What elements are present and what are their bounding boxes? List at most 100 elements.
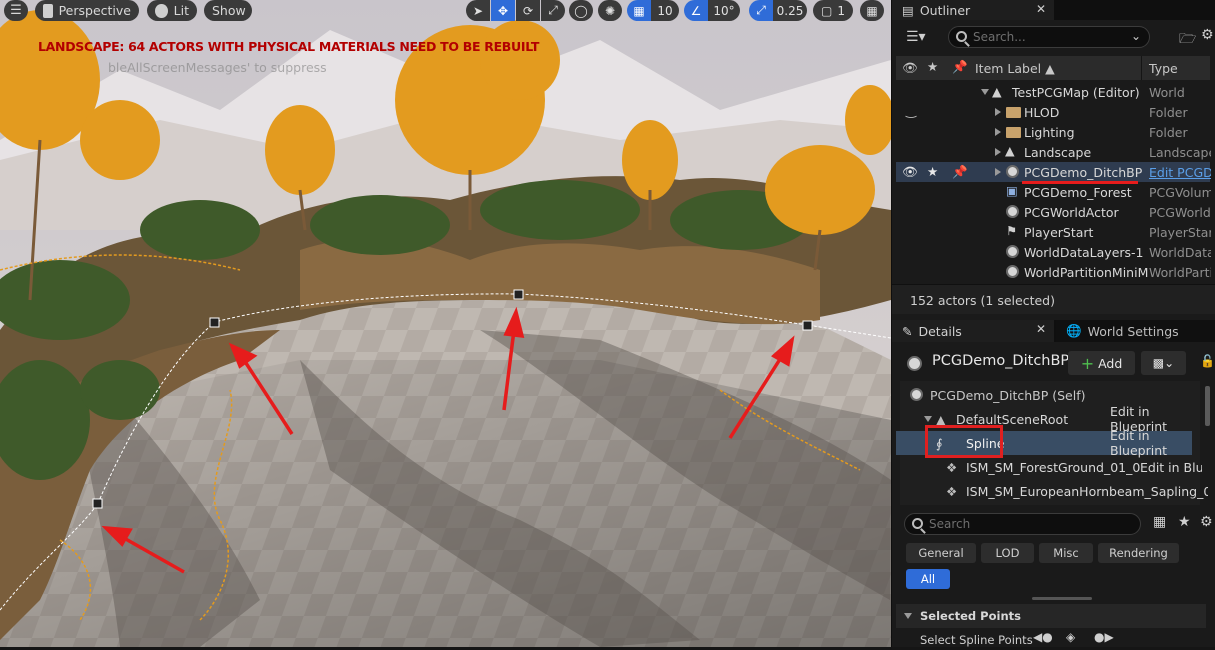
outliner-search-input[interactable]: Search... ⌄ xyxy=(948,26,1150,48)
settings-icon[interactable]: ⚙ xyxy=(1201,27,1214,43)
filter-icon[interactable]: ☰▾ xyxy=(906,29,926,45)
expand-arrow-icon[interactable] xyxy=(995,128,1001,136)
grid-snap-value[interactable]: 10 xyxy=(651,0,679,21)
translate-mode-button[interactable]: ✥ xyxy=(491,0,515,21)
details-icon: ✎ xyxy=(902,323,913,339)
expand-arrow-icon[interactable] xyxy=(981,89,989,95)
outliner-row-pcgdemo-forest[interactable]: ▣ PCGDemo_Forest PCGVolum xyxy=(896,182,1211,202)
blueprint-actor-icon xyxy=(1006,165,1019,178)
viewport-menu-button[interactable]: ☰ xyxy=(4,0,28,21)
scene-render[interactable] xyxy=(0,0,891,647)
edit-in-blueprint-link[interactable]: Edit in Blue xyxy=(1140,460,1202,475)
selected-points-section[interactable]: Selected Points xyxy=(896,604,1206,628)
star-icon[interactable]: ★ xyxy=(927,164,938,179)
mesh-icon: ❖ xyxy=(946,459,958,475)
actor-icon xyxy=(907,356,922,371)
rotation-snap-toggle[interactable]: ∠ xyxy=(684,0,708,21)
blueprint-options-button[interactable]: ▩⌄ xyxy=(1141,351,1186,375)
select-mode-button[interactable]: ➤ xyxy=(466,0,490,21)
folder-icon xyxy=(1006,127,1021,138)
tab-world-settings[interactable]: 🌐 World Settings xyxy=(1056,320,1215,342)
mesh-icon: ❖ xyxy=(946,483,958,499)
select-prev-point-icon[interactable]: ◀● xyxy=(1033,630,1053,644)
property-matrix-icon[interactable]: ▦ xyxy=(1153,514,1166,530)
expand-arrow-icon[interactable] xyxy=(995,148,1001,156)
search-icon xyxy=(912,518,923,529)
cursor-icon: ➤ xyxy=(472,3,484,18)
expand-arrow-icon[interactable] xyxy=(904,613,912,619)
outliner-icon: ▤ xyxy=(902,2,914,18)
scale-mode-button[interactable]: ⤢ xyxy=(541,0,565,21)
rotate-mode-button[interactable]: ⟳ xyxy=(516,0,540,21)
filter-all[interactable]: All xyxy=(906,569,950,589)
filter-general[interactable]: General xyxy=(906,543,976,563)
outliner-row-lighting[interactable]: Lighting Folder xyxy=(896,122,1210,142)
expand-arrow-icon[interactable] xyxy=(924,416,932,422)
close-icon[interactable]: ✕ xyxy=(1036,2,1046,16)
camera-speed-button[interactable]: ▢ 1 xyxy=(813,0,853,21)
surface-snap-button[interactable]: ✺ xyxy=(598,0,622,21)
grid-snap-toggle[interactable]: ▦ xyxy=(627,0,651,21)
suppress-hint: bleAllScreenMessages' to suppress xyxy=(108,60,327,75)
world-space-button[interactable]: ◯ xyxy=(569,0,593,21)
outliner-row-world[interactable]: ▲ TestPCGMap (Editor) World xyxy=(896,82,1210,102)
filter-rendering[interactable]: Rendering xyxy=(1098,543,1179,563)
tab-details[interactable]: ✎ Details ✕ xyxy=(892,320,1054,342)
angle-icon: ∠ xyxy=(690,3,702,18)
show-button[interactable]: Show xyxy=(204,0,252,21)
component-ism-hornbeam[interactable]: ❖ ISM_SM_EuropeanHornbeam_Sapling_01 xyxy=(896,479,1208,503)
lock-icon[interactable]: 🔓 xyxy=(1200,354,1215,368)
scale-snap-toggle[interactable]: ⤢ xyxy=(749,0,773,21)
rotation-snap-value[interactable]: 10° xyxy=(708,0,740,21)
visibility-icon[interactable]: 👁 xyxy=(902,60,918,76)
close-icon[interactable]: ✕ xyxy=(1036,322,1046,336)
filter-lod[interactable]: LOD xyxy=(981,543,1034,563)
blueprint-icon: ▩⌄ xyxy=(1152,356,1175,370)
pin-icon[interactable]: 📌 xyxy=(952,164,968,180)
outliner-row-worldpartitionminimap[interactable]: WorldPartitionMiniM WorldParti xyxy=(896,262,1211,282)
chevron-down-icon: ⌄ xyxy=(1130,29,1141,43)
add-component-button[interactable]: + Add xyxy=(1068,351,1135,375)
component-tree-scrollbar[interactable] xyxy=(1205,386,1210,426)
outliner-row-playerstart[interactable]: ⚑ PlayerStart PlayerStar xyxy=(896,222,1211,242)
details-search-input[interactable]: Search xyxy=(904,513,1141,535)
outliner-row-landscape[interactable]: ▲ Landscape Landscape xyxy=(896,142,1211,162)
scale-snap-value[interactable]: 0.25 xyxy=(773,0,807,21)
expand-arrow-icon[interactable] xyxy=(995,168,1001,176)
details-scrollbar[interactable] xyxy=(1032,597,1092,600)
camera-icon: ▢ xyxy=(821,3,833,18)
viewport-layout-button[interactable]: ▦ xyxy=(860,0,884,21)
search-icon xyxy=(956,31,967,42)
outliner-row-worlddatalayers[interactable]: WorldDataLayers-1 WorldData xyxy=(896,242,1211,262)
scale-snap-icon: ⤢ xyxy=(756,3,766,17)
component-ism-forestground[interactable]: ❖ ISM_SM_ForestGround_01_0 Edit in Blue xyxy=(896,455,1202,479)
plus-icon: + xyxy=(1080,353,1095,373)
favorites-star-icon[interactable]: ★ xyxy=(1178,514,1191,530)
pin-icon[interactable]: 📌 xyxy=(952,59,968,75)
outliner-tabbar: ▤ Outliner ✕ xyxy=(892,0,1215,20)
settings-icon[interactable]: ⚙ xyxy=(1200,514,1213,530)
star-icon[interactable]: ★ xyxy=(927,59,938,74)
rotate-icon: ⟳ xyxy=(522,3,534,18)
outliner-row-pcgdemo-ditchbp[interactable]: 👁 ★ 📌 PCGDemo_DitchBP Edit PCGD xyxy=(896,162,1211,184)
expand-arrow-icon[interactable] xyxy=(995,108,1001,116)
level-viewport[interactable]: ☰ Perspective Lit Show ➤ ✥ ⟳ ⤢ ◯ ✺ ▦ 10 … xyxy=(0,0,891,647)
select-next-point-icon[interactable]: ●▶ xyxy=(1094,630,1114,644)
outliner-status-bar: 152 actors (1 selected) xyxy=(892,284,1215,314)
select-all-points-icon[interactable]: ◈ xyxy=(1066,630,1075,644)
col-item-label[interactable]: Item Label ▲ xyxy=(975,61,1055,76)
tab-outliner[interactable]: ▤ Outliner ✕ xyxy=(892,0,1054,20)
col-type[interactable]: Type xyxy=(1149,61,1178,76)
outliner-header: 👁 ★ 📌 Item Label ▲ Type xyxy=(896,56,1210,80)
visibility-icon[interactable]: 👁 xyxy=(902,164,918,180)
outliner-row-hlod[interactable]: ‿ HLOD Folder xyxy=(896,102,1210,122)
perspective-button[interactable]: Perspective xyxy=(35,0,139,21)
highlight-box xyxy=(925,425,1003,458)
outliner-row-pcgworldactor[interactable]: PCGWorldActor PCGWorld xyxy=(896,202,1211,222)
edit-in-blueprint-link[interactable]: Edit in Blueprint xyxy=(1110,428,1192,458)
edit-pcgd-link[interactable]: Edit PCGD xyxy=(1149,165,1211,180)
filter-misc[interactable]: Misc xyxy=(1039,543,1093,563)
lit-button[interactable]: Lit xyxy=(147,0,197,21)
hidden-eye-icon[interactable]: ‿ xyxy=(906,103,916,118)
add-folder-icon[interactable]: 🗁 xyxy=(1179,28,1196,52)
